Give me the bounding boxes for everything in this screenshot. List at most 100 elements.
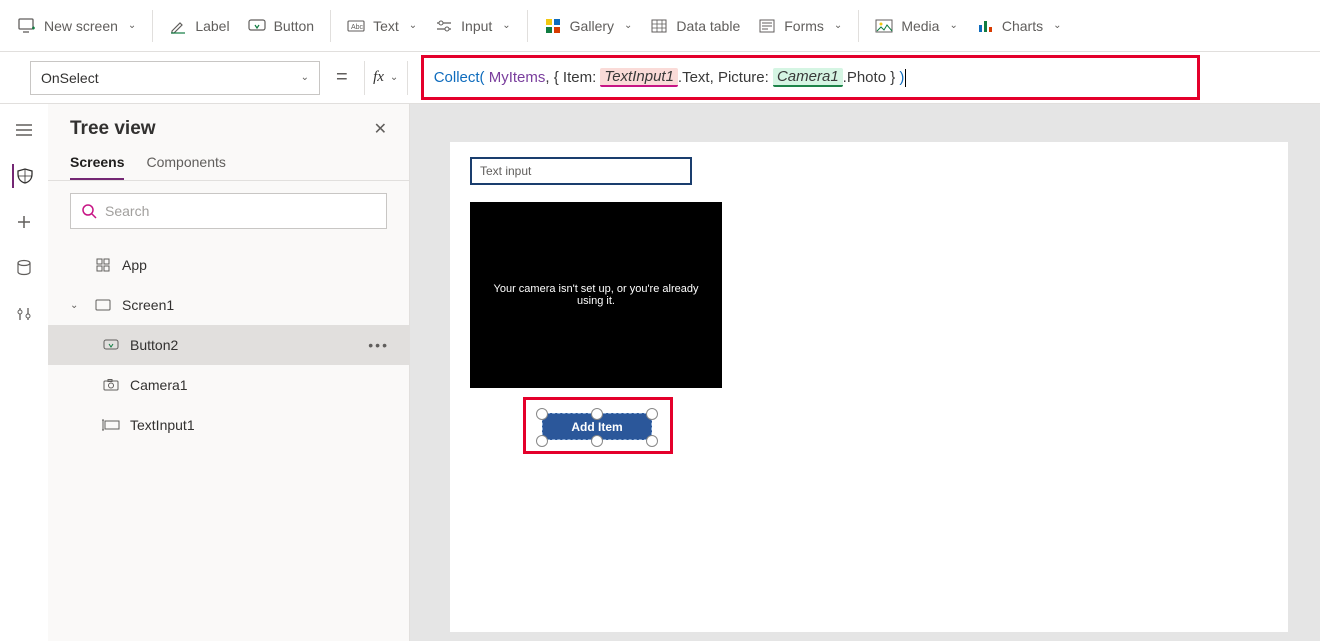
input-slider-icon xyxy=(435,17,453,35)
tree-item-camera1[interactable]: Camera1 xyxy=(48,365,409,405)
formula-token-variable: MyItems xyxy=(485,69,546,86)
search-icon xyxy=(81,203,97,219)
equals-sign: = xyxy=(330,66,354,89)
canvas-camera[interactable]: Your camera isn't set up, or you're alre… xyxy=(470,202,722,388)
tree-view-title: Tree view xyxy=(70,118,156,140)
input-dropdown[interactable]: Input ⌄ xyxy=(435,10,511,42)
chevron-down-icon: ⌄ xyxy=(301,72,309,83)
charts-icon xyxy=(976,17,994,35)
formula-token-text: .Photo } xyxy=(843,69,900,86)
formula-token-ref-textinput: TextInput1 xyxy=(600,68,678,87)
tab-screens[interactable]: Screens xyxy=(70,154,124,180)
text-input-placeholder: Text input xyxy=(480,164,531,178)
formula-bar: OnSelect ⌄ = fx ⌄ Collect( MyItems, { It… xyxy=(0,52,1320,104)
workspace: Tree view ✕ Screens Components Search Ap… xyxy=(0,104,1320,641)
rail-tools[interactable] xyxy=(12,302,36,326)
formula-token-text: , { xyxy=(545,69,563,86)
camera-icon xyxy=(102,379,120,391)
gallery-dropdown[interactable]: Gallery ⌄ xyxy=(544,10,633,42)
formula-input[interactable]: Collect( MyItems, { Item: TextInput1.Tex… xyxy=(418,68,907,87)
resize-handle[interactable] xyxy=(646,435,658,447)
charts-dropdown[interactable]: Charts ⌄ xyxy=(976,10,1062,42)
rail-hamburger[interactable] xyxy=(12,118,36,142)
button-label: Button xyxy=(274,18,314,34)
chevron-down-icon: ⌄ xyxy=(624,20,632,31)
formula-token-paren: ) xyxy=(899,69,904,86)
text-icon: Abc xyxy=(347,17,365,35)
tree-item-label: App xyxy=(122,257,147,273)
forms-icon xyxy=(758,17,776,35)
label-edit-icon xyxy=(169,17,187,35)
media-label: Media xyxy=(901,18,939,34)
tree-item-label: Button2 xyxy=(130,337,178,353)
search-input[interactable]: Search xyxy=(70,193,387,229)
rail-insert[interactable] xyxy=(12,210,36,234)
tree-item-button2[interactable]: Button2 ••• xyxy=(48,325,409,365)
fx-button[interactable]: fx ⌄ xyxy=(364,61,408,95)
camera-message: Your camera isn't set up, or you're alre… xyxy=(480,283,712,307)
highlight-box: Add Item xyxy=(523,397,673,454)
screen-surface[interactable]: Text input Your camera isn't set up, or … xyxy=(450,142,1288,632)
button-icon xyxy=(102,339,120,351)
forms-label: Forms xyxy=(784,18,824,34)
text-cursor xyxy=(905,69,906,87)
tree-item-textinput1[interactable]: TextInput1 xyxy=(48,405,409,445)
tree-item-label: Camera1 xyxy=(130,377,188,393)
chevron-down-icon: ⌄ xyxy=(1053,20,1061,31)
chevron-down-icon: ⌄ xyxy=(834,20,842,31)
canvas-text-input[interactable]: Text input xyxy=(470,157,692,185)
label-button[interactable]: Label xyxy=(169,10,229,42)
media-dropdown[interactable]: Media ⌄ xyxy=(875,10,958,42)
tree-item-app[interactable]: App xyxy=(48,245,409,285)
resize-handle[interactable] xyxy=(591,435,603,447)
top-ribbon: New screen ⌄ Label Button Abc Text ⌄ xyxy=(0,0,1320,52)
more-icon[interactable]: ••• xyxy=(368,337,409,353)
chevron-down-icon: ⌄ xyxy=(409,20,417,31)
search-placeholder: Search xyxy=(105,203,149,219)
data-table-button[interactable]: Data table xyxy=(650,10,740,42)
resize-handle[interactable] xyxy=(536,435,548,447)
chevron-down-icon: ⌄ xyxy=(949,20,957,31)
new-screen-label: New screen xyxy=(44,18,118,34)
button-insert-button[interactable]: Button xyxy=(248,10,314,42)
rail-data[interactable] xyxy=(12,256,36,280)
label-label: Label xyxy=(195,18,229,34)
data-table-label: Data table xyxy=(676,18,740,34)
app-grid-icon xyxy=(94,258,112,272)
property-label: OnSelect xyxy=(41,70,99,86)
rail-tree-view[interactable] xyxy=(12,164,36,188)
button-icon xyxy=(248,17,266,35)
tree-list: App ⌄ Screen1 Button2 ••• Camer xyxy=(48,241,409,449)
formula-token-text: Item: xyxy=(563,69,601,86)
chevron-down-icon[interactable]: ⌄ xyxy=(70,300,84,311)
tab-components[interactable]: Components xyxy=(146,154,225,180)
fx-label: fx xyxy=(373,69,384,86)
svg-text:Abc: Abc xyxy=(351,24,364,31)
close-icon[interactable]: ✕ xyxy=(374,119,387,139)
data-table-icon xyxy=(650,17,668,35)
chevron-down-icon: ⌄ xyxy=(128,20,136,31)
tree-item-label: Screen1 xyxy=(122,297,174,313)
formula-token-text: .Text, xyxy=(678,69,718,86)
design-canvas[interactable]: Text input Your camera isn't set up, or … xyxy=(410,104,1320,641)
chevron-down-icon: ⌄ xyxy=(390,72,398,83)
new-screen-button[interactable]: New screen ⌄ xyxy=(18,10,136,42)
resize-handle[interactable] xyxy=(646,408,658,420)
tree-view-panel: Tree view ✕ Screens Components Search Ap… xyxy=(48,104,410,641)
charts-label: Charts xyxy=(1002,18,1043,34)
gallery-label: Gallery xyxy=(570,18,614,34)
left-rail xyxy=(0,104,48,641)
property-dropdown[interactable]: OnSelect ⌄ xyxy=(30,61,320,95)
tree-item-screen1[interactable]: ⌄ Screen1 xyxy=(48,285,409,325)
resize-handle[interactable] xyxy=(536,408,548,420)
forms-dropdown[interactable]: Forms ⌄ xyxy=(758,10,842,42)
screen-icon xyxy=(94,299,112,311)
resize-handle[interactable] xyxy=(591,408,603,420)
chevron-down-icon: ⌄ xyxy=(502,20,510,31)
formula-token-text: Picture: xyxy=(718,69,773,86)
text-dropdown[interactable]: Abc Text ⌄ xyxy=(347,10,417,42)
input-label: Input xyxy=(461,18,492,34)
text-input-icon xyxy=(102,419,120,431)
add-item-label: Add Item xyxy=(571,420,622,434)
tree-item-label: TextInput1 xyxy=(130,417,195,433)
